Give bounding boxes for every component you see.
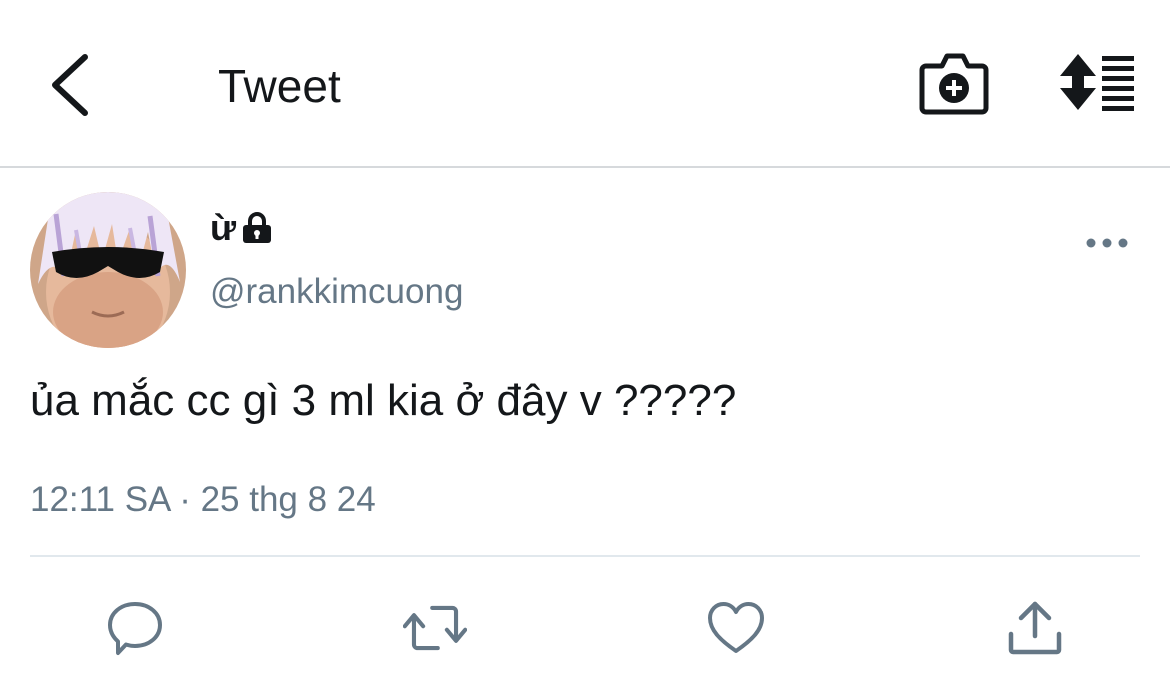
tweet-text: ủa mắc cc gì 3 ml kia ở đây v ?????	[30, 376, 737, 425]
more-horizontal-icon	[1086, 238, 1128, 248]
user-handle[interactable]: @rankkimcuong	[210, 270, 463, 314]
top-nav-bar: Tweet	[0, 0, 1170, 168]
heart-icon	[708, 602, 764, 653]
camera-plus-icon	[919, 53, 989, 115]
author-name-row: ừ	[210, 206, 274, 250]
back-button[interactable]	[40, 50, 100, 120]
lock-icon	[243, 212, 272, 243]
reply-icon	[108, 602, 162, 655]
divider	[30, 555, 1140, 557]
reply-button[interactable]	[103, 596, 167, 660]
retweet-button[interactable]	[403, 596, 467, 660]
avatar[interactable]	[30, 192, 186, 348]
profile-photo	[30, 192, 186, 348]
camera-button[interactable]	[918, 50, 990, 118]
share-icon	[1008, 601, 1062, 655]
sort-replies-button[interactable]	[1058, 52, 1140, 112]
chevron-left-icon	[52, 54, 88, 116]
like-button[interactable]	[704, 596, 768, 660]
page-title: Tweet	[218, 60, 341, 112]
sort-list-icon	[1060, 54, 1134, 111]
share-button[interactable]	[1003, 596, 1067, 660]
more-options-button[interactable]	[1082, 226, 1132, 260]
tweet-timestamp: 12:11 SA · 25 thg 8 24	[30, 480, 376, 519]
retweet-icon	[403, 605, 467, 651]
display-name[interactable]: ừ	[210, 206, 236, 250]
